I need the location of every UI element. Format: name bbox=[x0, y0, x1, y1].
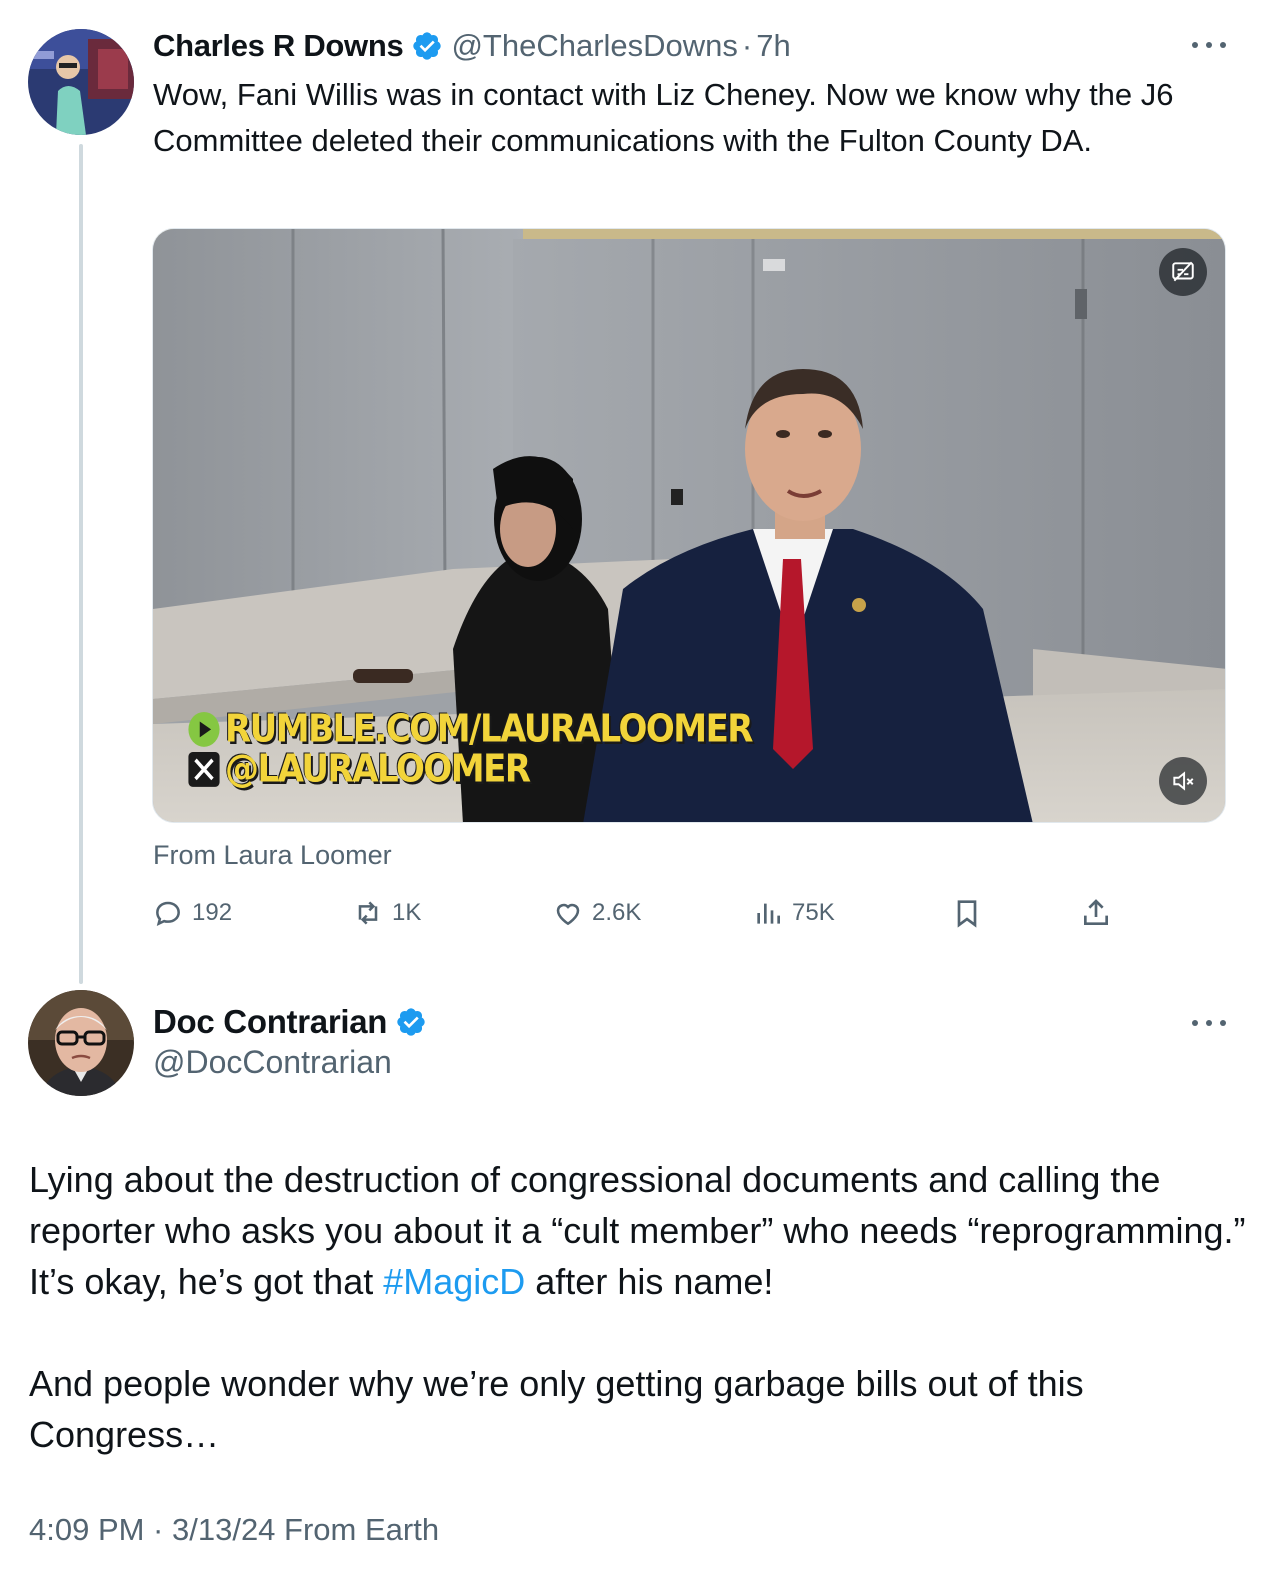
reply-text-part2: after his name! bbox=[525, 1261, 774, 1302]
avatar-charles-downs[interactable] bbox=[28, 29, 134, 135]
video-player[interactable]: RUMBLE.COM/LAURALOOMER @LAURALOOMER bbox=[152, 228, 1226, 823]
thread-connector-line bbox=[79, 144, 83, 984]
mute-icon[interactable] bbox=[1159, 757, 1207, 805]
separator-dot: · bbox=[741, 28, 753, 63]
more-options-icon[interactable] bbox=[1192, 35, 1226, 55]
watermark-x: @LAURALOOMER bbox=[187, 747, 531, 792]
author-handle[interactable]: @TheCharlesDowns bbox=[451, 28, 737, 64]
avatar-doc-contrarian[interactable] bbox=[28, 990, 134, 1096]
reply-paragraph-2: And people wonder why we’re only getting… bbox=[29, 1363, 1084, 1455]
share-button[interactable] bbox=[1080, 893, 1120, 933]
rumble-icon bbox=[187, 710, 221, 748]
view-count: 75K bbox=[792, 899, 835, 926]
x-logo-icon bbox=[187, 750, 221, 788]
reply-icon bbox=[156, 901, 180, 926]
verified-badge-icon bbox=[411, 30, 443, 62]
watermark-line2: @LAURALOOMER bbox=[225, 747, 531, 792]
reply-author-handle[interactable]: @DocContrarian bbox=[153, 1044, 392, 1081]
tweet-text: Wow, Fani Willis was in contact with Liz… bbox=[153, 77, 1174, 158]
verified-badge-icon bbox=[395, 1006, 427, 1038]
like-count: 2.6K bbox=[592, 899, 642, 926]
repost-button[interactable]: 1K bbox=[352, 893, 421, 933]
repost-icon bbox=[358, 901, 378, 925]
reply-timestamp[interactable]: 4:09 PM · 3/13/24 From Earth bbox=[29, 1512, 439, 1548]
reply-paragraph-1: Lying about the destruction of congressi… bbox=[29, 1154, 1259, 1307]
repost-count: 1K bbox=[392, 899, 422, 926]
like-button[interactable]: 2.6K bbox=[552, 893, 641, 933]
views-icon bbox=[757, 903, 780, 924]
reply-text: Lying about the destruction of congressi… bbox=[29, 1154, 1259, 1460]
reply-header: Doc Contrarian bbox=[153, 1002, 435, 1042]
bookmark-button[interactable] bbox=[951, 893, 991, 933]
views-button[interactable]: 75K bbox=[752, 893, 835, 933]
share-icon bbox=[1084, 899, 1108, 925]
more-options-icon[interactable] bbox=[1192, 1013, 1226, 1033]
reply-author-name[interactable]: Doc Contrarian bbox=[153, 1003, 387, 1041]
tweet-header: Charles R Downs @TheCharlesDowns · 7h bbox=[153, 26, 791, 66]
watermark-rumble: RUMBLE.COM/LAURALOOMER bbox=[187, 707, 754, 752]
sensitive-content-icon[interactable] bbox=[1159, 248, 1207, 296]
hashtag-link[interactable]: #MagicD bbox=[383, 1261, 525, 1302]
reply-count: 192 bbox=[192, 899, 233, 926]
reply-button[interactable]: 192 bbox=[152, 893, 232, 933]
tweet-time[interactable]: 7h bbox=[756, 28, 790, 64]
tweet-thread: Charles R Downs @TheCharlesDowns · 7h Wo… bbox=[0, 0, 1285, 1588]
bookmark-icon bbox=[957, 900, 977, 928]
media-attribution[interactable]: From Laura Loomer bbox=[153, 840, 392, 871]
tweet-actions: 192 1K 2.6K 75K bbox=[0, 893, 1285, 933]
author-name[interactable]: Charles R Downs bbox=[153, 28, 404, 64]
like-icon bbox=[556, 903, 580, 926]
watermark-line1: RUMBLE.COM/LAURALOOMER bbox=[225, 707, 754, 752]
